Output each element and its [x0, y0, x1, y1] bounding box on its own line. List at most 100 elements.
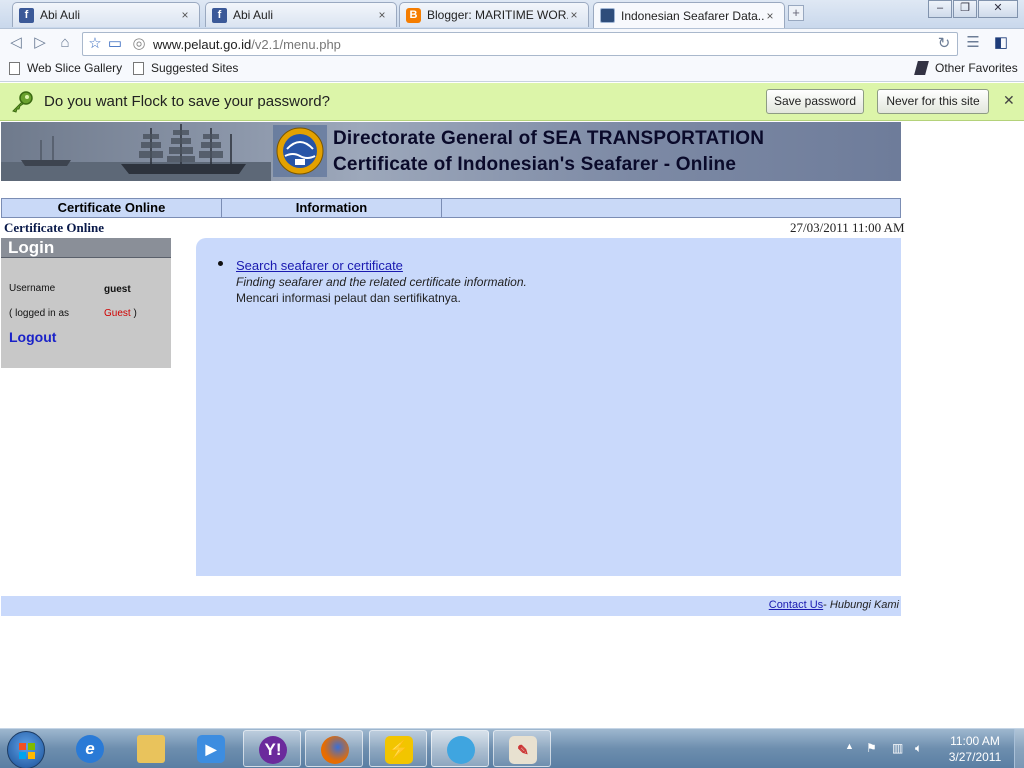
- bookmark-label: Suggested Sites: [151, 61, 239, 75]
- hubungi-kami-text: Hubungi Kami: [829, 599, 899, 611]
- bookmark-folder-icon: [914, 61, 929, 75]
- url-text[interactable]: www.pelaut.go.id/v2.1/menu.php: [153, 37, 341, 52]
- feed-icon[interactable]: ▭: [107, 36, 123, 52]
- site-navbar: Certificate Online Information: [1, 198, 901, 218]
- yahoo-messenger-icon: Y!: [259, 736, 287, 764]
- clock-time: 11:00 AM: [950, 734, 1000, 748]
- tall-ship-image: [1, 124, 271, 181]
- nav-certificate-online[interactable]: Certificate Online: [2, 199, 222, 217]
- page-icon: [9, 61, 20, 75]
- star-icon[interactable]: ☆: [87, 36, 103, 52]
- search-seafarer-link[interactable]: Search seafarer or certificate: [236, 258, 403, 273]
- reload-icon[interactable]: ↻: [936, 36, 952, 52]
- login-header: Login: [1, 238, 171, 258]
- action-center-icon[interactable]: ⚑: [866, 741, 877, 755]
- volume-icon[interactable]: 🔈︎: [915, 741, 922, 756]
- forward-icon[interactable]: ▷: [32, 35, 48, 51]
- home-icon[interactable]: ⌂: [57, 35, 73, 51]
- description-english: Finding seafarer and the related certifi…: [236, 275, 527, 289]
- close-icon[interactable]: ×: [568, 8, 580, 22]
- taskbar-internet-explorer[interactable]: e: [61, 730, 119, 767]
- paint-icon: ✎: [509, 736, 537, 764]
- taskbar-firefox[interactable]: [305, 730, 363, 767]
- browser-toolbar: ◁ ▷ ⌂ ☆ ▭ ◎ www.pelaut.go.id/v2.1/menu.p…: [0, 28, 1024, 58]
- seafarer-site-icon: [600, 8, 615, 23]
- main-content-panel: Search seafarer or certificate Finding s…: [196, 238, 901, 576]
- url-host: www.pelaut.go.id: [153, 37, 252, 52]
- footer-separator: -: [823, 599, 830, 611]
- never-for-this-site-button[interactable]: Never for this site: [877, 89, 989, 114]
- show-hidden-icons-arrow[interactable]: ▲: [845, 741, 854, 751]
- back-icon[interactable]: ◁: [8, 35, 24, 51]
- media-player-icon: ▶: [197, 735, 225, 763]
- sidebar-icon[interactable]: ◧: [993, 35, 1009, 51]
- new-tab-button[interactable]: +: [788, 5, 804, 21]
- winamp-icon: ⚡: [385, 736, 413, 764]
- blogger-icon: B: [406, 7, 421, 23]
- contact-us-link[interactable]: Contact Us: [769, 599, 823, 611]
- logged-in-user-name: Guest: [104, 308, 131, 319]
- taskbar-flock[interactable]: [431, 730, 489, 767]
- start-button[interactable]: [7, 731, 45, 768]
- site-banner: Directorate General of SEA TRANSPORTATIO…: [1, 122, 901, 181]
- facebook-icon: f: [19, 7, 34, 23]
- facebook-icon: f: [212, 7, 227, 23]
- show-desktop-button[interactable]: [1014, 729, 1024, 768]
- nav-empty-cell: [442, 199, 900, 217]
- address-bar[interactable]: ☆ ▭ ◎ www.pelaut.go.id/v2.1/menu.php ↻: [82, 32, 958, 56]
- login-panel: Login Username guest ( logged in as Gues…: [1, 238, 171, 368]
- nav-information[interactable]: Information: [222, 199, 442, 217]
- tab-blogger[interactable]: B Blogger: MARITIME WOR... ×: [399, 2, 589, 27]
- window-close-button[interactable]: ✕: [978, 0, 1018, 18]
- bookmark-label: Web Slice Gallery: [27, 61, 123, 75]
- save-password-button[interactable]: Save password: [766, 89, 864, 114]
- taskbar-paint[interactable]: ✎: [493, 730, 551, 767]
- login-title: Login: [8, 238, 55, 257]
- username-label: Username: [9, 283, 56, 294]
- tab-abi-auli-2[interactable]: f Abi Auli ×: [205, 2, 397, 27]
- taskbar-winamp[interactable]: ⚡: [369, 730, 427, 767]
- logged-in-user: Guest ): [104, 308, 137, 319]
- footer-text: Contact Us- Hubungi Kami: [769, 599, 899, 611]
- tab-seafarer[interactable]: Indonesian Seafarer Data... ×: [593, 2, 785, 28]
- logout-link[interactable]: Logout: [9, 329, 56, 345]
- close-icon[interactable]: ×: [764, 9, 776, 23]
- logged-in-label: ( logged in as: [9, 308, 70, 319]
- ministry-emblem-icon: [273, 125, 327, 177]
- internet-explorer-icon: e: [76, 735, 104, 763]
- close-icon[interactable]: ×: [376, 8, 388, 22]
- tab-title: Blogger: MARITIME WOR...: [427, 8, 568, 22]
- banner-subtitle: Certificate of Indonesian's Seafarer - O…: [333, 154, 737, 175]
- password-prompt-text: Do you want Flock to save your password?: [44, 93, 330, 110]
- taskbar-media-player[interactable]: ▶: [182, 730, 240, 767]
- restore-button[interactable]: ❐: [953, 0, 977, 18]
- bookmark-web-slice-gallery[interactable]: Web Slice Gallery: [9, 61, 122, 75]
- globe-icon: ◎: [132, 35, 146, 52]
- flock-icon: [447, 736, 475, 764]
- network-icon[interactable]: ▥: [892, 741, 903, 755]
- tab-abi-auli-1[interactable]: f Abi Auli ×: [12, 2, 200, 27]
- list-bullet: [218, 261, 223, 266]
- breadcrumb: Certificate Online: [4, 220, 104, 235]
- tab-title: Abi Auli: [233, 8, 274, 22]
- logged-in-close-paren: ): [133, 308, 137, 319]
- banner-title: Directorate General of SEA TRANSPORTATIO…: [333, 128, 765, 149]
- tab-title: Indonesian Seafarer Data...: [621, 8, 764, 23]
- taskbar-folder[interactable]: [122, 730, 180, 767]
- date-time: 27/03/2011 11:00 AM: [790, 220, 905, 235]
- other-favorites[interactable]: Other Favorites: [914, 61, 1018, 75]
- tab-strip: f Abi Auli × f Abi Auli × B Blogger: MAR…: [0, 0, 1024, 28]
- bookmark-suggested-sites[interactable]: Suggested Sites: [133, 61, 238, 75]
- page-icon: [133, 61, 144, 75]
- taskbar-yahoo-messenger[interactable]: Y!: [243, 730, 301, 767]
- description-indonesian: Mencari informasi pelaut dan sertifikatn…: [236, 291, 461, 305]
- system-clock[interactable]: 11:00 AM 3/27/2011: [940, 733, 1010, 765]
- close-icon[interactable]: ✕: [1003, 92, 1015, 109]
- bookmarks-bar: Web Slice Gallery Suggested Sites Other …: [0, 58, 1024, 82]
- close-icon[interactable]: ×: [179, 8, 191, 22]
- minimize-button[interactable]: –: [928, 0, 952, 18]
- folder-icon: [137, 735, 165, 763]
- page-menu-icon[interactable]: ☰: [965, 35, 981, 51]
- firefox-icon: [321, 736, 349, 764]
- windows-taskbar: e ▶ Y! ⚡ ✎ ▲ ⚑ ▥ 🔈︎ 11:00 AM 3/27/2011: [0, 728, 1024, 768]
